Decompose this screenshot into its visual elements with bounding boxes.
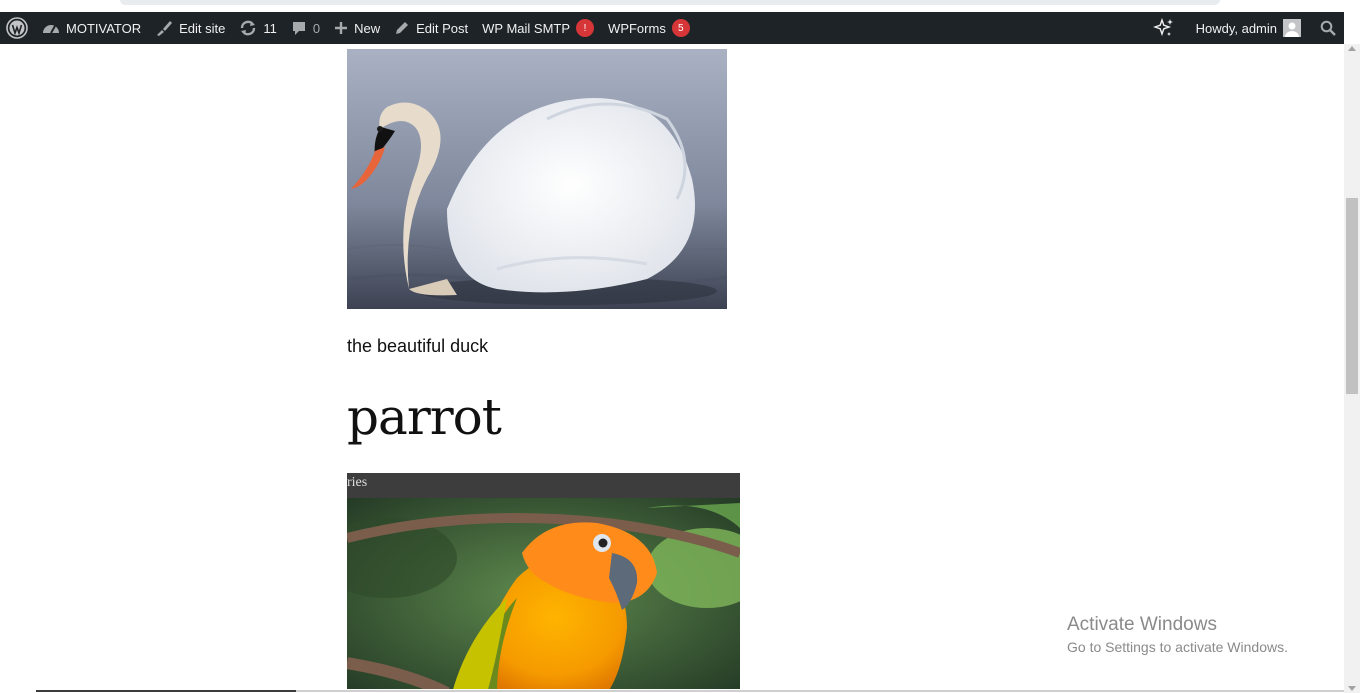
parrot-heading: parrot (347, 388, 502, 446)
search-icon (1320, 20, 1336, 36)
parrot-figure: ries (347, 473, 740, 693)
ai-assistant-button[interactable] (1146, 12, 1189, 44)
updates-icon (241, 20, 256, 36)
activate-title: Activate Windows (1067, 614, 1217, 635)
wpforms-count-badge: 5 (671, 19, 690, 37)
wp-admin-bar: MOTIVATOR Edit site 11 0 New Edit Post W… (0, 12, 1344, 44)
updates-count: 11 (263, 20, 277, 36)
scroll-up-arrow-icon[interactable] (1348, 46, 1356, 51)
wpforms-menu[interactable]: WPForms 5 (601, 12, 697, 44)
parrot-overlay-bar: ries (347, 473, 740, 498)
wp-mail-smtp-label: WP Mail SMTP (482, 20, 571, 36)
edit-site-label: Edit site (179, 20, 226, 36)
dashboard-icon (43, 25, 59, 34)
wp-logo-menu[interactable] (0, 12, 35, 44)
comments-count: 0 (312, 20, 321, 36)
page-scrollbar[interactable] (1344, 44, 1360, 693)
parrot-overlay-text: ries (347, 475, 368, 490)
wp-mail-smtp-alert-badge: ! (576, 19, 595, 37)
my-account-menu[interactable]: Howdy, admin (1189, 12, 1308, 44)
wordpress-logo-icon (6, 17, 28, 39)
comments-link[interactable]: 0 (284, 12, 327, 44)
activate-subtitle: Go to Settings to activate Windows. (1067, 639, 1288, 655)
swan-caption: the beautiful duck (347, 336, 489, 356)
site-name-menu[interactable]: MOTIVATOR (35, 12, 148, 44)
plus-icon (335, 22, 348, 34)
new-content-menu[interactable]: New (327, 12, 387, 44)
browser-top-strip (0, 0, 1360, 12)
new-label: New (354, 20, 381, 36)
bottom-edge-light (296, 690, 1344, 692)
scroll-down-arrow-icon[interactable] (1348, 686, 1356, 691)
wp-mail-smtp-menu[interactable]: WP Mail SMTP ! (475, 12, 601, 44)
swan-image (347, 49, 727, 309)
pencil-icon (396, 22, 409, 34)
bottom-edge-dark (36, 690, 296, 692)
comment-icon (292, 22, 305, 35)
address-bar-edge (120, 0, 1220, 5)
bottom-edge-strip (0, 689, 1344, 693)
site-name-label: MOTIVATOR (66, 20, 142, 36)
updates-link[interactable]: 11 (232, 12, 284, 44)
howdy-label: Howdy, admin (1195, 20, 1277, 36)
wpforms-label: WPForms (608, 20, 666, 36)
parrot-image (347, 498, 740, 693)
edit-site-link[interactable]: Edit site (148, 12, 232, 44)
windows-activation-watermark: Activate Windows Go to Settings to activ… (1067, 614, 1288, 655)
scrollbar-thumb[interactable] (1346, 198, 1358, 394)
admin-search-button[interactable] (1308, 12, 1344, 44)
edit-post-label: Edit Post (416, 20, 469, 36)
brush-icon (157, 21, 173, 36)
sparkle-icon (1152, 17, 1173, 37)
edit-post-link[interactable]: Edit Post (387, 12, 475, 44)
avatar (1283, 19, 1301, 37)
